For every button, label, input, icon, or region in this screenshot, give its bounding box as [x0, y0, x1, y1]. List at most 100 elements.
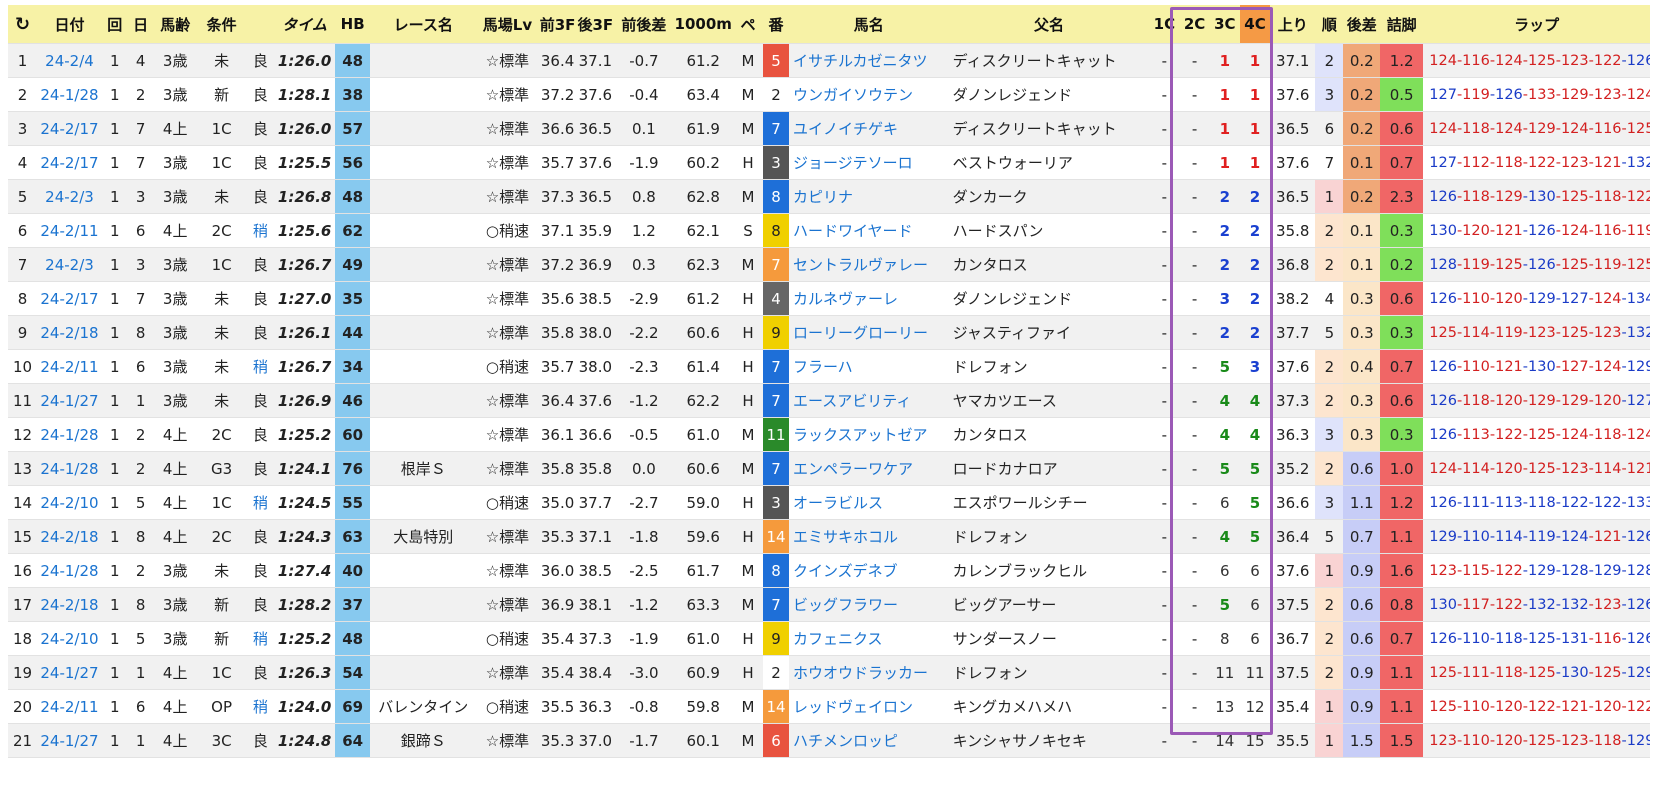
date-link[interactable]: 24-2/18: [37, 315, 102, 350]
table-row[interactable]: 18 24-2/10 1 5 3歳新稍 1:25.2 48 ○稍速 35.4 37.3 -1.9 61…: [8, 621, 1650, 656]
date-link[interactable]: 24-1/27: [37, 655, 102, 690]
date-link[interactable]: 24-1/28: [37, 553, 102, 588]
lap-split: 110: [1462, 358, 1490, 375]
table-row[interactable]: 13 24-1/28 1 2 4上 G3 良 1:24.1 76 根岸Ｓ ☆標準 35.8 35.8 0.…: [8, 451, 1650, 486]
horse-name-link[interactable]: カルネヴァーレ: [788, 281, 949, 316]
header-1000m[interactable]: 1000m: [673, 5, 733, 44]
table-row[interactable]: 9 24-2/18 1 8 3歳未良 1:26.1 44 ☆標準 35.8 38.0 -2.2 60.…: [8, 315, 1650, 350]
race-name-cell: [370, 247, 477, 282]
table-row[interactable]: 3 24-2/17 1 7 4上 1C 良 1:26.0 57 ☆標準 36.6 36.5 0.1 61.…: [8, 111, 1650, 146]
header-hb[interactable]: HB: [334, 5, 371, 44]
horse-name-link[interactable]: カピリナ: [788, 179, 949, 214]
table-row[interactable]: 1 24-2/4 1 4 3歳未良 1:26.0 48 ☆標準 36.4 37.1 -0.7 61.2…: [8, 43, 1650, 78]
header-date[interactable]: 日付: [37, 5, 102, 44]
header-age[interactable]: 馬齢: [153, 5, 197, 44]
corner3-cell: 2: [1209, 247, 1240, 282]
header-1c[interactable]: 1C: [1149, 5, 1180, 44]
pace-cell: H: [732, 315, 764, 350]
header-l3[interactable]: 後3F: [576, 5, 615, 44]
table-row[interactable]: 2 24-1/28 1 2 3歳新良 1:28.1 38 ☆標準 37.2 37.6 -0.4 63.…: [8, 77, 1650, 112]
date-link[interactable]: 24-1/28: [37, 77, 102, 112]
table-row[interactable]: 14 24-2/10 1 5 4上 1C 稍 1:24.5 55 ○稍速 35.0 37.7 -2.7 5…: [8, 485, 1650, 520]
table-row[interactable]: 17 24-2/18 1 8 3歳新良 1:28.2 37 ☆標準 36.9 38.1 -1.2 63…: [8, 587, 1650, 622]
horse-name-link[interactable]: オーラビルス: [788, 485, 949, 520]
date-link[interactable]: 24-1/27: [37, 383, 102, 418]
horse-name-link[interactable]: エンペラーワケア: [788, 451, 949, 486]
table-row[interactable]: 10 24-2/11 1 6 3歳未稍 1:26.7 34 ○稍速 35.7 38.0 -2.3 61…: [8, 349, 1650, 384]
table-row[interactable]: 8 24-2/17 1 7 3歳未良 1:27.0 35 ☆標準 35.6 38.5 -2.9 61.…: [8, 281, 1650, 316]
header-sire[interactable]: 父名: [948, 5, 1150, 44]
horse-name-link[interactable]: ローリーグローリー: [788, 315, 949, 350]
date-link[interactable]: 24-1/27: [37, 723, 102, 758]
horse-name-link[interactable]: ラックスアットゼア: [788, 417, 949, 452]
date-link[interactable]: 24-2/10: [37, 621, 102, 656]
header-diff[interactable]: 前後差: [614, 5, 674, 44]
horse-name-link[interactable]: ユイノイチゲキ: [788, 111, 949, 146]
header-kai[interactable]: 回: [101, 5, 128, 44]
header-gosa[interactable]: 後差: [1343, 5, 1381, 44]
horse-name-link[interactable]: カフェニクス: [788, 621, 949, 656]
header-baba[interactable]: 馬場Lv: [476, 5, 539, 44]
horse-name-link[interactable]: クインズデネブ: [788, 553, 949, 588]
header-num[interactable]: 番: [763, 5, 789, 44]
date-link[interactable]: 24-2/17: [37, 111, 102, 146]
horse-name-link[interactable]: エミサキホコル: [788, 519, 949, 554]
header-4c[interactable]: 4C: [1239, 5, 1271, 44]
refresh-icon[interactable]: ↻: [8, 5, 38, 44]
table-row[interactable]: 12 24-1/28 1 2 4上 2C 良 1:25.2 60 ☆標準 36.1 36.6 -0.5 6…: [8, 417, 1650, 452]
horse-name-link[interactable]: ハチメンロッピ: [788, 723, 949, 758]
date-link[interactable]: 24-2/11: [37, 349, 102, 384]
table-row[interactable]: 5 24-2/3 1 3 3歳未良 1:26.8 48 ☆標準 37.3 36.5 0.8 62.8 M…: [8, 179, 1650, 214]
date-link[interactable]: 24-2/11: [37, 213, 102, 248]
header-day[interactable]: 日: [127, 5, 154, 44]
date-link[interactable]: 24-2/3: [37, 179, 102, 214]
table-row[interactable]: 7 24-2/3 1 3 3歳 1C 良 1:26.7 49 ☆標準 37.2 36.9 0.3 62.3…: [8, 247, 1650, 282]
table-row[interactable]: 19 24-1/27 1 1 4上 1C 良 1:26.3 54 ☆標準 35.4 38.4 -3.0 6…: [8, 655, 1650, 690]
date-link[interactable]: 24-2/18: [37, 519, 102, 554]
date-link[interactable]: 24-1/28: [37, 451, 102, 486]
header-cond[interactable]: 条件: [196, 5, 247, 44]
header-lap[interactable]: ラップ: [1423, 5, 1650, 44]
header-race[interactable]: レース名: [370, 5, 477, 44]
date-link[interactable]: 24-2/17: [37, 281, 102, 316]
sire-name-cell: カンタロス: [948, 417, 1150, 452]
table-row[interactable]: 11 24-1/27 1 1 3歳未良 1:26.9 46 ☆標準 36.4 37.6 -1.2 62…: [8, 383, 1650, 418]
horse-name-link[interactable]: ビッグフラワー: [788, 587, 949, 622]
sire-name-cell: キンシャサノキセキ: [948, 723, 1150, 758]
last3f-cell: 37.6: [576, 383, 615, 418]
table-row[interactable]: 21 24-1/27 1 1 4上 3C 良 1:24.8 64 銀蹄Ｓ ☆標準 35.3 37.0 -1…: [8, 723, 1650, 758]
date-link[interactable]: 24-2/17: [37, 145, 102, 180]
header-jun[interactable]: 順: [1315, 5, 1344, 44]
table-row[interactable]: 16 24-1/28 1 2 3歳未良 1:27.4 40 ☆標準 36.0 38.5 -2.5 61…: [8, 553, 1650, 588]
header-agari[interactable]: 上り: [1270, 5, 1316, 44]
header-horse[interactable]: 馬名: [788, 5, 949, 44]
track-cond-cell: 良: [246, 43, 275, 78]
date-link[interactable]: 24-2/18: [37, 587, 102, 622]
table-row[interactable]: 15 24-2/18 1 8 4上 2C 良 1:24.3 63 大島特別 ☆標準 35.3 37.1-…: [8, 519, 1650, 554]
horse-name-link[interactable]: ウンガイソウテン: [788, 77, 949, 112]
date-link[interactable]: 24-2/4: [37, 43, 102, 78]
table-row[interactable]: 4 24-2/17 1 7 3歳 1C 良 1:25.5 56 ☆標準 35.7 37.6 -1.9 60…: [8, 145, 1650, 180]
horse-name-link[interactable]: レッドヴェイロン: [788, 689, 949, 724]
horse-name-link[interactable]: セントラルヴァレー: [788, 247, 949, 282]
sire-name-cell: サンダースノー: [948, 621, 1150, 656]
header-3c[interactable]: 3C: [1209, 5, 1240, 44]
header-tsume[interactable]: 詰脚: [1380, 5, 1424, 44]
horse-name-link[interactable]: ホウオウドラッカー: [788, 655, 949, 690]
table-row[interactable]: 6 24-2/11 1 6 4上 2C 稍 1:25.6 62 ○稍速 37.1 35.9 1.2 62.…: [8, 213, 1650, 248]
horse-name-link[interactable]: イサチルカゼニタツ: [788, 43, 949, 78]
table-row[interactable]: 20 24-2/11 1 6 4上 OP 稍 1:24.0 69 バレンタイン ○稍速 35.5 36.…: [8, 689, 1650, 724]
header-2c[interactable]: 2C: [1179, 5, 1210, 44]
date-link[interactable]: 24-1/28: [37, 417, 102, 452]
horse-name-link[interactable]: フラーハ: [788, 349, 949, 384]
horse-name-link[interactable]: ハードワイヤード: [788, 213, 949, 248]
date-link[interactable]: 24-2/10: [37, 485, 102, 520]
horse-name-link[interactable]: エースアビリティ: [788, 383, 949, 418]
horse-name-link[interactable]: ジョージテソーロ: [788, 145, 949, 180]
date-link[interactable]: 24-2/11: [37, 689, 102, 724]
header-pace[interactable]: ペ: [732, 5, 764, 44]
header-time[interactable]: タイム: [274, 5, 335, 44]
header-f3[interactable]: 前3F: [538, 5, 577, 44]
date-link[interactable]: 24-2/3: [37, 247, 102, 282]
gosa-cell: 0.4: [1343, 349, 1381, 384]
